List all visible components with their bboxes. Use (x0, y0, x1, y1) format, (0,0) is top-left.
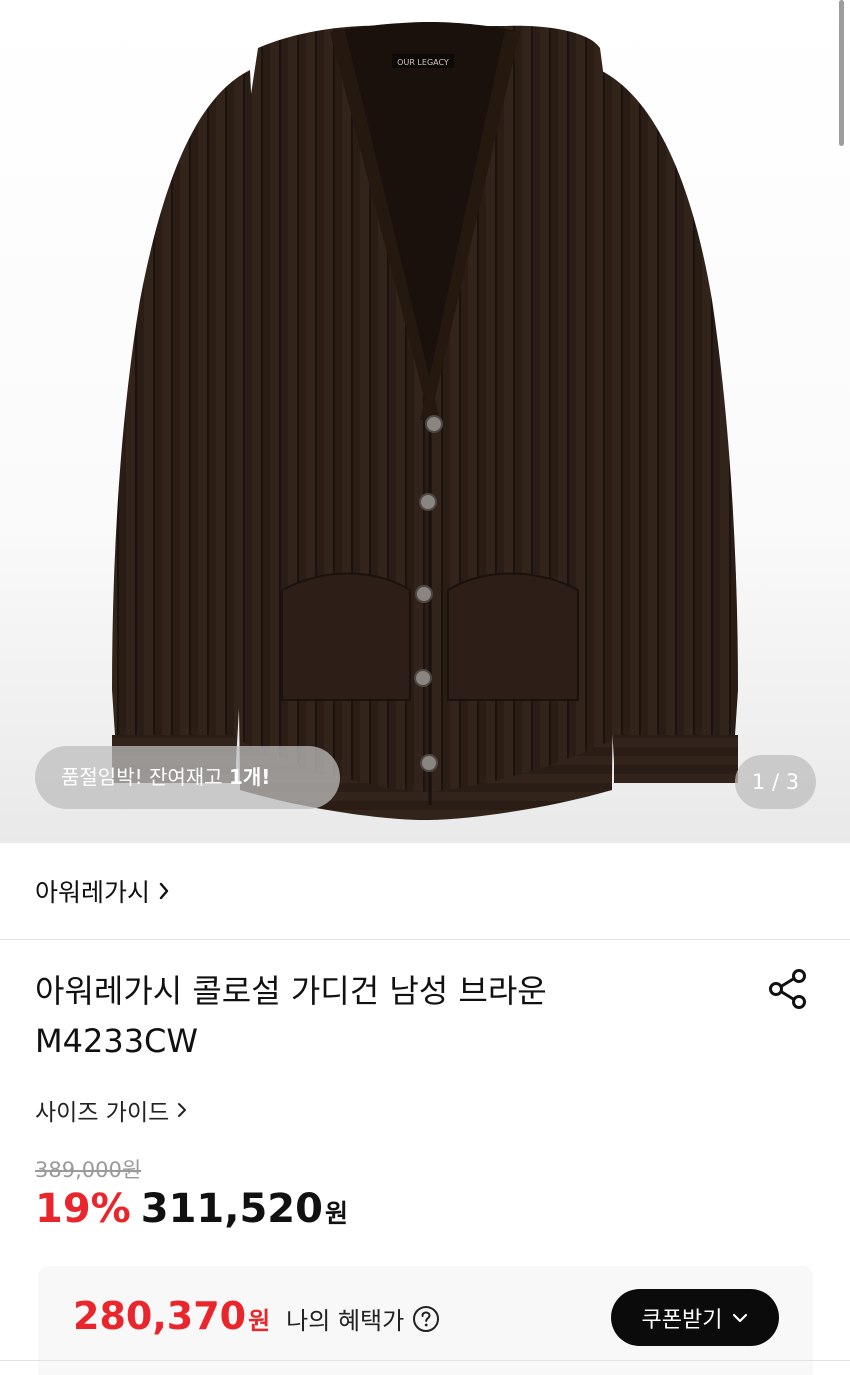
chevron-down-icon (733, 1313, 748, 1322)
product-title-line1: 아워레가시 콜로설 가디건 남성 브라운 (35, 972, 547, 1010)
original-price: 389,000원 (35, 1158, 142, 1182)
brand-name: 아워레가시 (35, 878, 151, 907)
benefit-price-row: 280,370 원 나의 혜택가 (73, 1294, 440, 1338)
sale-price-unit: 원 (324, 1199, 348, 1228)
get-coupon-button[interactable]: 쿠폰받기 (611, 1289, 779, 1346)
benefit-label: 나의 혜택가 (286, 1307, 405, 1335)
product-image-gallery[interactable]: OUR LEGACY 품절임박! 잔여재고 1개! 1 / 3 (0, 0, 850, 843)
size-guide-link[interactable]: 사이즈 가이드 (35, 1093, 187, 1127)
svg-text:OUR LEGACY: OUR LEGACY (397, 58, 449, 67)
brand-row: 아워레가시 (0, 843, 850, 940)
benefit-price-unit: 원 (248, 1307, 271, 1335)
product-title: 아워레가시 콜로설 가디건 남성 브라운 M4233CW (35, 966, 715, 1066)
benefit-price-box: 280,370 원 나의 혜택가 쿠폰받기 (38, 1266, 813, 1375)
benefit-price: 280,370 (73, 1294, 247, 1338)
product-title-line2: M4233CW (35, 1022, 199, 1060)
help-icon[interactable] (412, 1305, 440, 1333)
chevron-right-icon (159, 882, 169, 900)
size-guide-label: 사이즈 가이드 (35, 1100, 170, 1126)
discount-rate: 19% (35, 1186, 131, 1232)
chevron-right-icon (178, 1103, 187, 1117)
stock-badge-count: 1개! (228, 765, 271, 789)
divider (0, 1360, 850, 1361)
share-icon[interactable] (766, 967, 810, 1011)
low-stock-badge: 품절임박! 잔여재고 1개! (35, 746, 340, 809)
brand-link[interactable]: 아워레가시 (35, 873, 170, 909)
stock-badge-text: 품절임박! 잔여재고 (61, 765, 229, 789)
price-row: 19% 311,520 원 (35, 1186, 348, 1232)
image-page-counter: 1 / 3 (735, 755, 816, 809)
scrollbar-thumb[interactable] (839, 0, 844, 146)
sale-price: 311,520 (140, 1186, 323, 1232)
product-image: OUR LEGACY (112, 22, 738, 820)
coupon-button-label: 쿠폰받기 (641, 1307, 723, 1333)
